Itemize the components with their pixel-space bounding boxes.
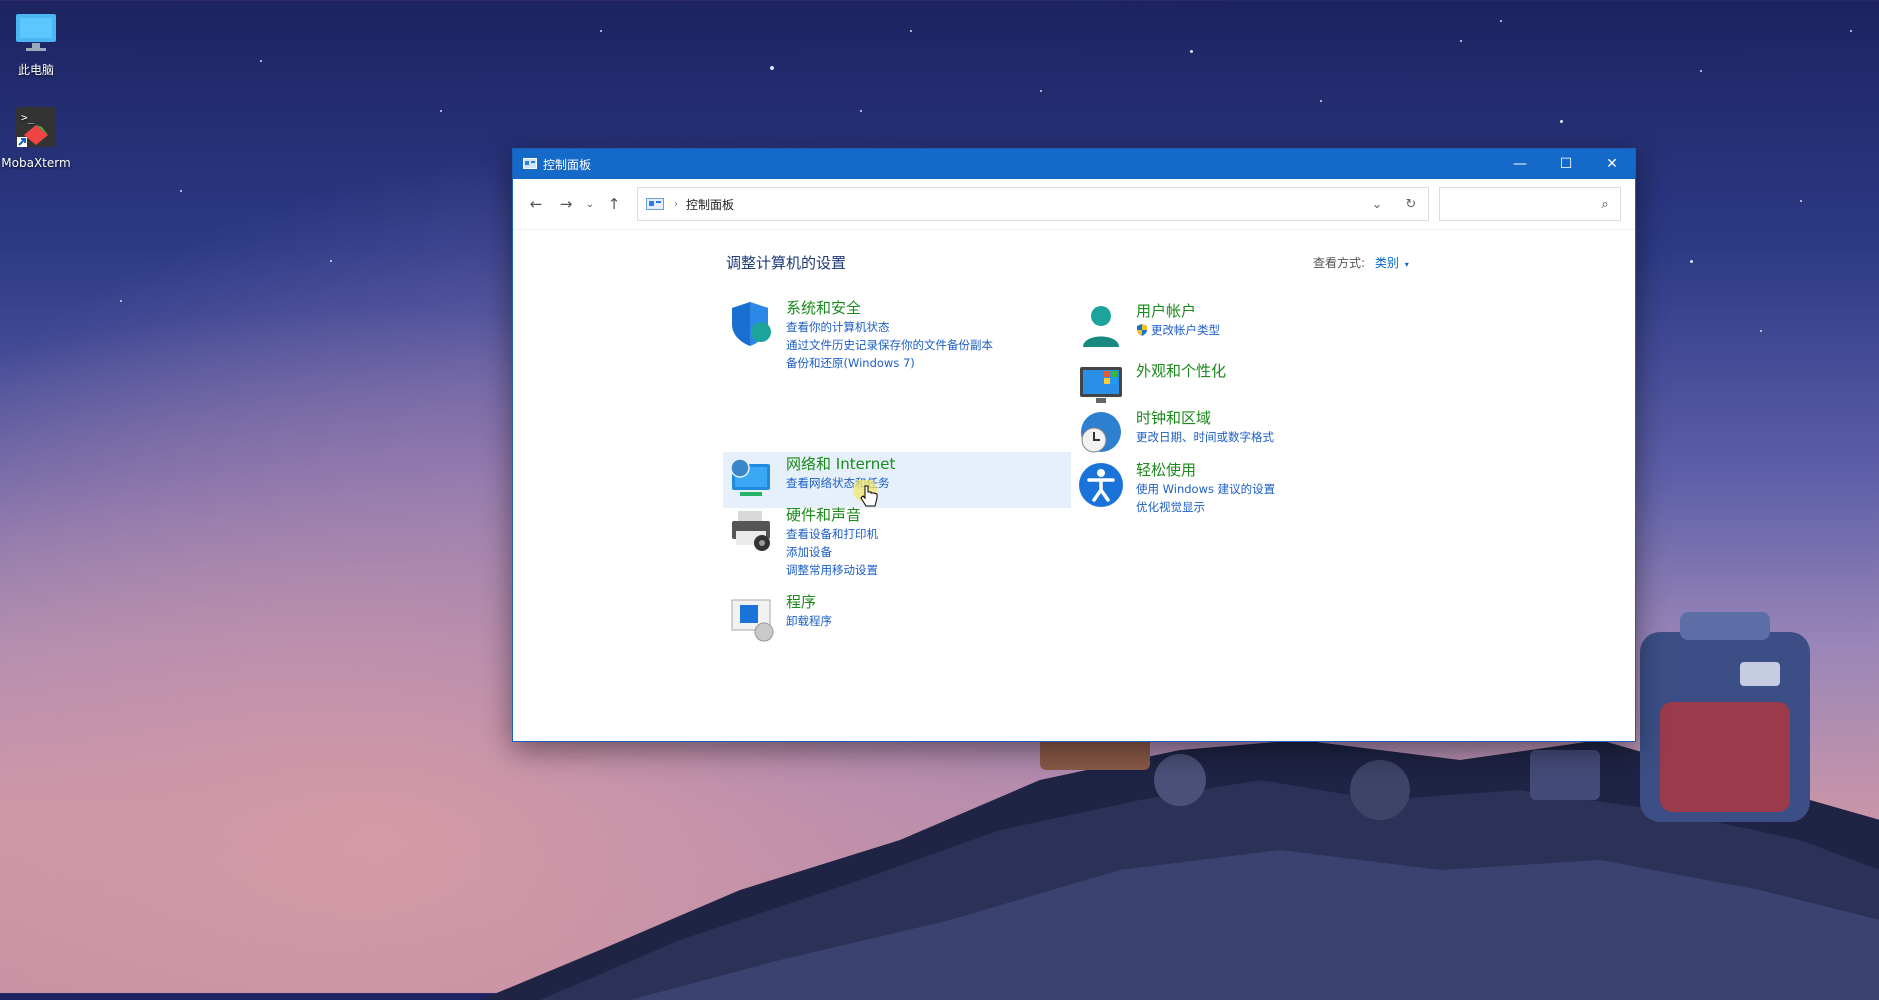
category-programs: 程序 卸载程序 <box>726 592 832 642</box>
breadcrumb[interactable]: 控制面板 <box>686 196 1360 213</box>
maximize-button[interactable]: ☐ <box>1543 149 1589 179</box>
clock-globe-icon <box>1081 412 1121 453</box>
refresh-button[interactable]: ↻ <box>1394 197 1428 212</box>
category-link[interactable]: 使用 Windows 建议的设置 <box>1136 480 1275 498</box>
category-link[interactable]: 卸载程序 <box>786 612 832 630</box>
category-title[interactable]: 程序 <box>786 592 832 612</box>
view-by-label: 查看方式: <box>1313 256 1366 270</box>
category-appearance: 外观和个性化 <box>1076 361 1226 411</box>
robot-image <box>1640 612 1810 822</box>
category-link[interactable]: 查看设备和打印机 <box>786 525 878 543</box>
desktop-icon-this-pc[interactable]: 此电脑 <box>0 10 72 78</box>
category-title[interactable]: 时钟和区域 <box>1136 408 1274 428</box>
caret-down-icon[interactable]: ▾ <box>1405 260 1409 269</box>
svg-text:>_: >_ <box>21 111 35 124</box>
address-bar[interactable]: › 控制面板 ⌄ ↻ <box>637 187 1429 221</box>
category-user-accounts: 用户帐户 更改帐户类型 <box>1076 301 1220 351</box>
category-link-label: 更改帐户类型 <box>1151 323 1220 337</box>
content-area: 调整计算机的设置 查看方式: 类别 ▾ 系统和安全 查看你的计算机状态 通过文件… <box>513 230 1635 740</box>
minimize-button[interactable]: — <box>1497 149 1543 179</box>
category-link[interactable]: 调整常用移动设置 <box>786 561 878 579</box>
category-link[interactable]: 查看你的计算机状态 <box>786 318 993 336</box>
arrow-right-icon: → <box>559 195 573 213</box>
category-hardware-sound: 硬件和声音 查看设备和打印机 添加设备 调整常用移动设置 <box>726 505 878 579</box>
up-button[interactable]: ↑ <box>599 189 629 219</box>
uac-shield-icon <box>1137 324 1147 336</box>
window-title: 控制面板 <box>543 157 592 172</box>
category-title[interactable]: 用户帐户 <box>1136 301 1220 321</box>
control-panel-window: 控制面板 — ☐ ✕ ← → ⌄ ↑ › 控制面板 ⌄ ↻ ⌕ 调整计算机的设置… <box>512 148 1636 742</box>
network-icon <box>730 458 770 496</box>
category-link[interactable]: 通过文件历史记录保存你的文件备份副本 <box>786 336 993 354</box>
programs-icon <box>731 599 774 642</box>
breadcrumb-separator-icon: › <box>674 198 678 210</box>
address-dropdown-button[interactable]: ⌄ <box>1360 197 1394 212</box>
close-button[interactable]: ✕ <box>1589 149 1635 179</box>
search-icon[interactable]: ⌕ <box>1590 197 1620 212</box>
maximize-icon: ☐ <box>1559 156 1573 172</box>
category-system-security: 系统和安全 查看你的计算机状态 通过文件历史记录保存你的文件备份副本 备份和还原… <box>726 298 993 372</box>
control-panel-icon <box>646 198 664 210</box>
view-by: 查看方式: 类别 ▾ <box>1313 254 1409 271</box>
category-title[interactable]: 轻松使用 <box>1136 460 1275 480</box>
appearance-icon <box>1080 367 1122 403</box>
monitor-icon <box>16 14 56 51</box>
user-icon <box>1083 306 1119 347</box>
search-input[interactable]: ⌕ <box>1439 187 1621 221</box>
desktop-icon-mobaxterm[interactable]: >_ MobaXterm <box>0 105 72 170</box>
accessibility-icon <box>1079 463 1123 507</box>
mobaxterm-icon: >_ <box>16 107 56 147</box>
navigation-bar: ← → ⌄ ↑ › 控制面板 ⌄ ↻ ⌕ <box>513 179 1635 230</box>
recent-locations-button[interactable]: ⌄ <box>581 189 599 219</box>
chevron-down-icon: ⌄ <box>585 198 595 210</box>
back-button[interactable]: ← <box>521 189 551 219</box>
desktop-icon-label: MobaXterm <box>1 156 71 170</box>
category-link[interactable]: 添加设备 <box>786 543 878 561</box>
category-title[interactable]: 系统和安全 <box>786 298 993 318</box>
printer-icon <box>732 511 770 551</box>
view-by-dropdown[interactable]: 类别 <box>1375 256 1399 270</box>
control-panel-icon <box>523 158 537 169</box>
arrow-left-icon: ← <box>529 195 543 213</box>
minimize-icon: — <box>1513 156 1527 172</box>
category-link[interactable]: 更改日期、时间或数字格式 <box>1136 428 1274 446</box>
desktop-icon-label: 此电脑 <box>17 63 54 77</box>
shield-icon <box>732 302 771 346</box>
forward-button[interactable]: → <box>551 189 581 219</box>
category-title[interactable]: 外观和个性化 <box>1136 361 1226 381</box>
category-clock-region: 时钟和区域 更改日期、时间或数字格式 <box>1076 408 1274 458</box>
category-link[interactable]: 更改帐户类型 <box>1136 321 1220 339</box>
category-link[interactable]: 备份和还原(Windows 7) <box>786 354 993 372</box>
title-bar[interactable]: 控制面板 — ☐ ✕ <box>513 149 1635 179</box>
arrow-up-icon: ↑ <box>607 195 621 213</box>
category-title[interactable]: 网络和 Internet <box>786 454 895 474</box>
close-icon: ✕ <box>1606 156 1618 172</box>
category-link[interactable]: 优化视觉显示 <box>1136 498 1275 516</box>
hand-cursor-icon <box>853 480 878 507</box>
category-ease-of-access: 轻松使用 使用 Windows 建议的设置 优化视觉显示 <box>1076 460 1275 516</box>
page-title: 调整计算机的设置 <box>726 254 847 272</box>
